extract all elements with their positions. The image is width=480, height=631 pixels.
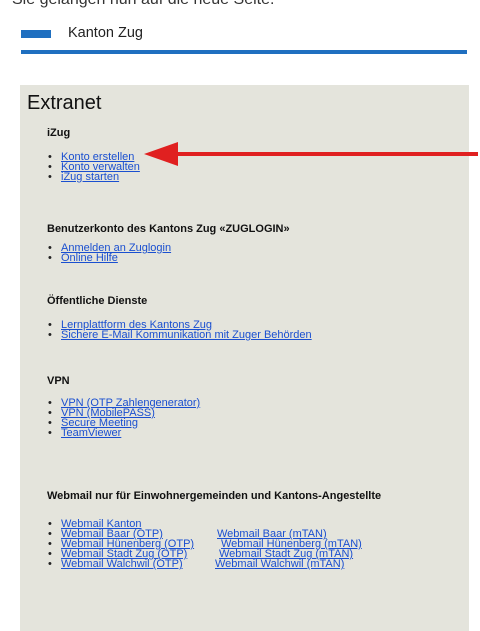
link-izug-starten[interactable]: iZug starten <box>61 171 119 183</box>
vpn-link-list: • VPN (OTP Zahlengenerator) • VPN (MobileP… <box>47 398 200 439</box>
list-item: • Online Hilfe <box>47 252 171 264</box>
izug-link-list: • Konto erstellen • Konto verwalten • iZug … <box>47 152 140 183</box>
list-item: • Webmail Walchwil (OTP) Webmail Walchwil … <box>47 558 344 570</box>
section-heading-izug: iZug <box>47 127 71 139</box>
bullet-icon: • <box>48 252 52 264</box>
site-header: Kanton Zug <box>0 0 480 60</box>
kanton-logo-icon[interactable] <box>21 30 51 38</box>
link-sichere-email[interactable]: Sichere E-Mail Kommunikation mit Zuger B… <box>61 329 312 341</box>
link-webmail-walchwil-mtan[interactable]: Webmail Walchwil (mTAN) <box>215 559 344 570</box>
section-heading-zuglogin: Benutzerkonto des Kantons Zug «ZUGLOGIN» <box>47 223 290 235</box>
bullet-icon: • <box>48 558 52 570</box>
header-divider <box>21 50 467 54</box>
panel-title: Extranet <box>27 92 102 114</box>
list-item: • iZug starten <box>47 171 140 183</box>
link-online-hilfe[interactable]: Online Hilfe <box>61 252 118 264</box>
bullet-icon: • <box>48 427 52 439</box>
link-webmail-walchwil-otp[interactable]: Webmail Walchwil (OTP) <box>61 558 183 570</box>
section-heading-public: Öffentliche Dienste <box>47 295 148 307</box>
list-item: • TeamViewer <box>47 427 200 439</box>
list-item: • Sichere E-Mail Kommunikation mit Zuger … <box>47 329 312 341</box>
site-name[interactable]: Kanton Zug <box>68 25 143 41</box>
bullet-icon: • <box>48 171 52 183</box>
section-heading-webmail: Webmail nur für Einwohnergemeinden und K… <box>47 490 382 502</box>
red-arrow-icon <box>144 142 478 166</box>
section-heading-vpn: VPN <box>47 375 70 387</box>
webmail-link-list: • Webmail Kanton • Webmail Baar (OTP) Webma… <box>47 519 362 570</box>
public-link-list: • Lernplattform des Kantons Zug • Sichere … <box>47 320 312 341</box>
zuglogin-link-list: • Anmelden an Zuglogin • Online Hilfe <box>47 243 171 264</box>
bullet-icon: • <box>48 329 52 341</box>
link-teamviewer[interactable]: TeamViewer <box>61 427 121 439</box>
